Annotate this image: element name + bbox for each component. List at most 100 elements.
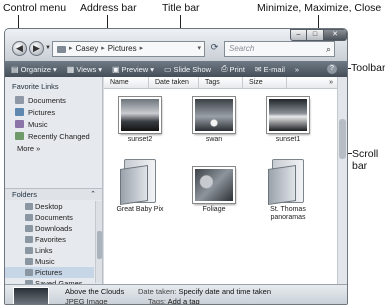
chevron-right-icon[interactable]: ▸ <box>69 42 73 56</box>
file-item-swan[interactable]: swan <box>182 97 246 144</box>
date-taken-value[interactable]: Specify date and time taken <box>178 287 271 296</box>
close-button[interactable]: ✕ <box>324 29 347 41</box>
photo-thumbnail <box>193 167 235 203</box>
column-header-name[interactable]: Name <box>104 77 149 88</box>
callout-window-controls: Minimize, Maximize, Close <box>257 2 382 14</box>
folder-icon <box>25 236 33 243</box>
folder-icon <box>25 258 33 265</box>
folders-header[interactable]: Folders ⌃ <box>5 188 102 200</box>
folder-desktop[interactable]: Desktop <box>5 201 94 212</box>
folder-downloads[interactable]: Downloads <box>5 223 94 234</box>
organize-button[interactable]: ▤ Organize ▾ <box>11 65 57 74</box>
folder-item-great-baby-pix[interactable]: Great Baby Pix <box>108 159 172 214</box>
file-item-sunset2[interactable]: sunset2 <box>108 97 172 144</box>
folder-tree-scrollbar[interactable] <box>95 201 102 283</box>
preview-icon: ▣ <box>111 64 120 74</box>
folder-item-st-thomas-panoramas[interactable]: St. Thomas panoramas <box>256 159 320 222</box>
tags-value[interactable]: Add a tag <box>168 297 200 304</box>
forward-arrow-icon[interactable]: ▶ <box>29 41 44 56</box>
callout-scroll-bar-line1: Scroll <box>352 148 379 160</box>
folder-documents[interactable]: Documents <box>5 212 94 223</box>
file-item-foliage[interactable]: Foliage <box>182 167 246 214</box>
column-header-more[interactable]: » <box>287 77 337 88</box>
preview-label: Preview <box>121 64 149 74</box>
scrollbar-thumb[interactable] <box>97 231 102 259</box>
address-dropdown-icon[interactable]: ▾ <box>197 42 201 56</box>
music-icon <box>15 120 24 128</box>
column-header-size[interactable]: Size <box>243 77 287 88</box>
email-button[interactable]: ✉ E-mail <box>255 65 285 74</box>
folder-label: Music <box>35 257 55 266</box>
chevron-right-icon[interactable]: ▸ <box>140 42 144 56</box>
print-icon: ⎙ <box>221 64 228 73</box>
minimize-button[interactable]: – <box>290 29 307 41</box>
file-list: Name Date taken Tags Size » sunset2 swan… <box>104 77 337 284</box>
leader-window-controls <box>318 15 319 29</box>
slide-show-icon: ▭ <box>163 64 172 74</box>
column-header-date-taken[interactable]: Date taken <box>149 77 199 88</box>
slide-show-button[interactable]: ▭ Slide Show <box>164 65 211 74</box>
recent-pages-dropdown-icon[interactable]: ▼ <box>45 45 51 51</box>
chevron-up-icon: ⌃ <box>90 191 96 198</box>
callout-title-bar: Title bar <box>162 2 200 14</box>
date-taken-field[interactable]: Date taken: Specify date and time taken <box>138 287 271 296</box>
favorite-link-documents[interactable]: Documents <box>5 94 102 106</box>
folder-favorites[interactable]: Favorites <box>5 234 94 245</box>
chevron-down-icon: ▾ <box>150 64 154 74</box>
tags-field[interactable]: Tags: Add a tag <box>148 297 200 304</box>
favorite-link-pictures[interactable]: Pictures <box>5 106 102 118</box>
folder-links[interactable]: Links <box>5 245 94 256</box>
window-controls: – □ ✕ <box>290 29 347 41</box>
views-button[interactable]: ▦ Views ▾ <box>67 65 102 74</box>
favorite-link-recently-changed[interactable]: Recently Changed <box>5 130 102 142</box>
title-bar[interactable]: ◀ ▶ ▼ ▸ Casey ▸ Pictures ▸ ▾ ⟳ Search ⌕ … <box>5 29 347 61</box>
folder-label: Favorites <box>35 235 66 244</box>
navigation-pane: Favorite Links Documents Pictures Music … <box>5 77 103 288</box>
print-label: Print <box>229 64 245 74</box>
organize-icon: ▤ <box>11 64 19 74</box>
more-links-button[interactable]: More » <box>5 144 102 153</box>
chevron-down-icon: ▾ <box>53 64 57 74</box>
file-item-sunset1[interactable]: sunset1 <box>256 97 320 144</box>
favorite-link-label: Pictures <box>28 107 56 117</box>
maximize-button[interactable]: □ <box>307 29 324 41</box>
toolbar: ▤ Organize ▾ ▦ Views ▾ ▣ Preview ▾ ▭ Slide Show… <box>5 61 347 77</box>
selected-file-thumbnail <box>13 287 49 304</box>
refresh-icon[interactable]: ⟳ <box>208 42 221 56</box>
file-name: swan <box>205 136 223 143</box>
photo-thumbnail <box>193 97 235 133</box>
preview-button[interactable]: ▣ Preview ▾ <box>112 65 154 74</box>
email-icon: ✉ <box>254 64 262 74</box>
toolbar-overflow-button[interactable]: » <box>295 65 299 74</box>
folder-icon <box>268 159 308 205</box>
column-header-tags[interactable]: Tags <box>199 77 243 88</box>
explorer-window: ◀ ▶ ▼ ▸ Casey ▸ Pictures ▸ ▾ ⟳ Search ⌕ … <box>4 28 348 305</box>
breadcrumb-pictures[interactable]: Pictures <box>108 42 137 56</box>
folder-icon <box>57 45 66 53</box>
breadcrumb-casey[interactable]: Casey <box>76 42 99 56</box>
print-button[interactable]: ⎙ Print <box>221 64 245 74</box>
folder-icon <box>25 247 33 254</box>
vertical-scrollbar[interactable] <box>337 77 347 284</box>
back-arrow-icon[interactable]: ◀ <box>12 41 27 56</box>
folder-label: Pictures <box>35 268 63 277</box>
scrollbar-thumb[interactable] <box>339 119 346 159</box>
search-icon[interactable]: ⌕ <box>326 42 331 56</box>
favorite-link-music[interactable]: Music <box>5 118 102 130</box>
slide-show-label: Slide Show <box>173 64 212 74</box>
folder-music[interactable]: Music <box>5 256 94 267</box>
help-icon[interactable]: ? <box>327 64 337 74</box>
chevron-down-icon: ▾ <box>98 64 102 74</box>
organize-label: Organize <box>20 64 51 74</box>
callout-address-bar: Address bar <box>80 2 137 14</box>
chevron-right-icon[interactable]: ▸ <box>101 42 105 56</box>
pictures-icon <box>15 108 24 116</box>
favorite-link-label: Recently Changed <box>28 131 90 141</box>
address-bar[interactable]: ▸ Casey ▸ Pictures ▸ ▾ <box>52 41 205 57</box>
folders-label: Folders <box>12 190 38 199</box>
search-input[interactable]: Search ⌕ <box>224 41 335 57</box>
callout-scroll-bar: Scroll bar <box>352 148 378 172</box>
callout-toolbar: Toolbar <box>351 62 385 74</box>
folder-pictures[interactable]: Pictures <box>5 267 94 278</box>
folder-name: St. Thomas panoramas <box>270 206 306 221</box>
